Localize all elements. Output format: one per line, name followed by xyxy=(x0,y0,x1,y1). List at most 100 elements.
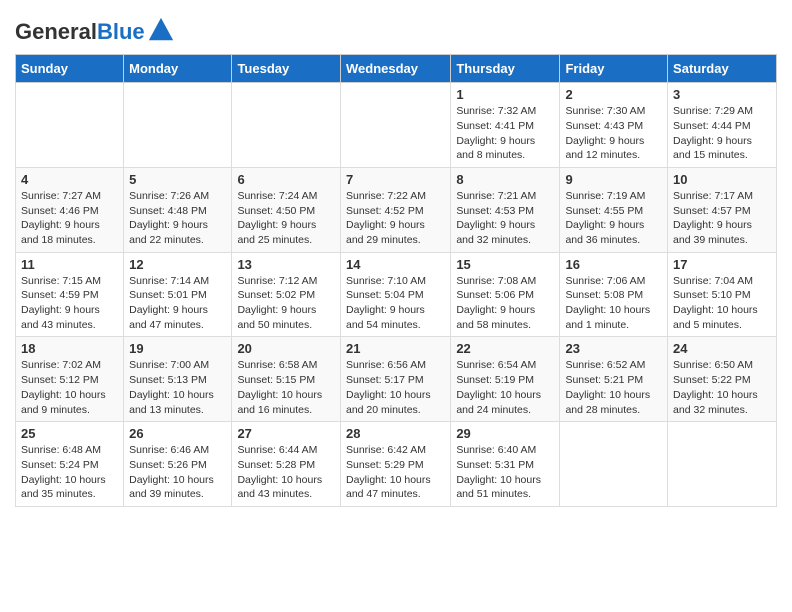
day-info: Sunrise: 7:29 AMSunset: 4:44 PMDaylight:… xyxy=(673,104,771,163)
day-info: Sunrise: 7:15 AMSunset: 4:59 PMDaylight:… xyxy=(21,274,118,333)
logo: GeneralBlue xyxy=(15,20,175,44)
day-number: 20 xyxy=(237,341,335,356)
calendar-week-1: 1 Sunrise: 7:32 AMSunset: 4:41 PMDaylight… xyxy=(16,83,777,168)
day-info: Sunrise: 6:44 AMSunset: 5:28 PMDaylight:… xyxy=(237,443,335,502)
calendar-cell: 17Sunrise: 7:04 AMSunset: 5:10 PMDayligh… xyxy=(668,252,777,337)
day-number: 15 xyxy=(456,257,554,272)
day-number: 18 xyxy=(21,341,118,356)
calendar-cell: 15 Sunrise: 7:08 AMSunset: 5:06 PMDayligh… xyxy=(451,252,560,337)
calendar-week-5: 25Sunrise: 6:48 AMSunset: 5:24 PMDayligh… xyxy=(16,422,777,507)
day-number: 2 xyxy=(565,87,662,102)
day-number: 29 xyxy=(456,426,554,441)
day-info: Sunrise: 7:14 AMSunset: 5:01 PMDaylight:… xyxy=(129,274,226,333)
calendar-cell: 25Sunrise: 6:48 AMSunset: 5:24 PMDayligh… xyxy=(16,422,124,507)
day-info: Sunrise: 7:26 AMSunset: 4:48 PMDaylight:… xyxy=(129,189,226,248)
calendar-cell: 2 Sunrise: 7:30 AMSunset: 4:43 PMDaylight… xyxy=(560,83,668,168)
logo-icon xyxy=(147,16,175,44)
day-number: 13 xyxy=(237,257,335,272)
day-number: 4 xyxy=(21,172,118,187)
calendar-cell: 6Sunrise: 7:24 AMSunset: 4:50 PMDaylight… xyxy=(232,167,341,252)
day-info: Sunrise: 6:42 AMSunset: 5:29 PMDaylight:… xyxy=(346,443,445,502)
calendar-cell xyxy=(560,422,668,507)
calendar-cell: 24 Sunrise: 6:50 AMSunset: 5:22 PMDayligh… xyxy=(668,337,777,422)
day-info: Sunrise: 6:54 AMSunset: 5:19 PMDaylight:… xyxy=(456,358,554,417)
calendar-cell xyxy=(232,83,341,168)
header-cell-sunday: Sunday xyxy=(16,55,124,83)
day-number: 26 xyxy=(129,426,226,441)
day-number: 8 xyxy=(456,172,554,187)
calendar-cell: 10Sunrise: 7:17 AMSunset: 4:57 PMDayligh… xyxy=(668,167,777,252)
calendar-cell: 4 Sunrise: 7:27 AMSunset: 4:46 PMDaylight… xyxy=(16,167,124,252)
day-number: 19 xyxy=(129,341,226,356)
calendar-cell: 5 Sunrise: 7:26 AMSunset: 4:48 PMDaylight… xyxy=(124,167,232,252)
calendar-cell xyxy=(668,422,777,507)
day-info: Sunrise: 7:32 AMSunset: 4:41 PMDaylight:… xyxy=(456,104,554,163)
header-cell-tuesday: Tuesday xyxy=(232,55,341,83)
day-number: 25 xyxy=(21,426,118,441)
calendar-cell: 23 Sunrise: 6:52 AMSunset: 5:21 PMDayligh… xyxy=(560,337,668,422)
calendar-week-2: 4 Sunrise: 7:27 AMSunset: 4:46 PMDaylight… xyxy=(16,167,777,252)
day-number: 1 xyxy=(456,87,554,102)
calendar-cell: 3 Sunrise: 7:29 AMSunset: 4:44 PMDaylight… xyxy=(668,83,777,168)
calendar-cell xyxy=(340,83,450,168)
day-info: Sunrise: 7:02 AMSunset: 5:12 PMDaylight:… xyxy=(21,358,118,417)
day-info: Sunrise: 6:46 AMSunset: 5:26 PMDaylight:… xyxy=(129,443,226,502)
day-info: Sunrise: 6:50 AMSunset: 5:22 PMDaylight:… xyxy=(673,358,771,417)
calendar-cell xyxy=(124,83,232,168)
day-info: Sunrise: 6:40 AMSunset: 5:31 PMDaylight:… xyxy=(456,443,554,502)
calendar-cell: 27 Sunrise: 6:44 AMSunset: 5:28 PMDayligh… xyxy=(232,422,341,507)
calendar-cell: 29 Sunrise: 6:40 AMSunset: 5:31 PMDayligh… xyxy=(451,422,560,507)
day-info: Sunrise: 7:24 AMSunset: 4:50 PMDaylight:… xyxy=(237,189,335,248)
day-info: Sunrise: 7:08 AMSunset: 5:06 PMDaylight:… xyxy=(456,274,554,333)
calendar-cell: 20 Sunrise: 6:58 AMSunset: 5:15 PMDayligh… xyxy=(232,337,341,422)
calendar-cell: 11Sunrise: 7:15 AMSunset: 4:59 PMDayligh… xyxy=(16,252,124,337)
day-info: Sunrise: 7:27 AMSunset: 4:46 PMDaylight:… xyxy=(21,189,118,248)
header-cell-friday: Friday xyxy=(560,55,668,83)
day-info: Sunrise: 7:19 AMSunset: 4:55 PMDaylight:… xyxy=(565,189,662,248)
calendar-cell: 13 Sunrise: 7:12 AMSunset: 5:02 PMDayligh… xyxy=(232,252,341,337)
day-info: Sunrise: 7:00 AMSunset: 5:13 PMDaylight:… xyxy=(129,358,226,417)
calendar-cell: 8 Sunrise: 7:21 AMSunset: 4:53 PMDaylight… xyxy=(451,167,560,252)
calendar-cell: 14Sunrise: 7:10 AMSunset: 5:04 PMDayligh… xyxy=(340,252,450,337)
calendar-header: SundayMondayTuesdayWednesdayThursdayFrid… xyxy=(16,55,777,83)
day-number: 23 xyxy=(565,341,662,356)
day-number: 28 xyxy=(346,426,445,441)
header-cell-saturday: Saturday xyxy=(668,55,777,83)
calendar-cell: 9 Sunrise: 7:19 AMSunset: 4:55 PMDaylight… xyxy=(560,167,668,252)
day-info: Sunrise: 7:04 AMSunset: 5:10 PMDaylight:… xyxy=(673,274,771,333)
day-number: 7 xyxy=(346,172,445,187)
day-number: 9 xyxy=(565,172,662,187)
calendar-cell: 19 Sunrise: 7:00 AMSunset: 5:13 PMDayligh… xyxy=(124,337,232,422)
header-cell-monday: Monday xyxy=(124,55,232,83)
day-number: 5 xyxy=(129,172,226,187)
calendar-table: SundayMondayTuesdayWednesdayThursdayFrid… xyxy=(15,54,777,507)
calendar-cell: 12Sunrise: 7:14 AMSunset: 5:01 PMDayligh… xyxy=(124,252,232,337)
calendar-cell: 22Sunrise: 6:54 AMSunset: 5:19 PMDayligh… xyxy=(451,337,560,422)
header-cell-thursday: Thursday xyxy=(451,55,560,83)
calendar-cell: 1 Sunrise: 7:32 AMSunset: 4:41 PMDaylight… xyxy=(451,83,560,168)
calendar-cell: 7 Sunrise: 7:22 AMSunset: 4:52 PMDaylight… xyxy=(340,167,450,252)
day-number: 10 xyxy=(673,172,771,187)
logo-text: GeneralBlue xyxy=(15,20,145,44)
calendar-cell: 26 Sunrise: 6:46 AMSunset: 5:26 PMDayligh… xyxy=(124,422,232,507)
calendar-cell: 28 Sunrise: 6:42 AMSunset: 5:29 PMDayligh… xyxy=(340,422,450,507)
day-info: Sunrise: 7:21 AMSunset: 4:53 PMDaylight:… xyxy=(456,189,554,248)
day-number: 21 xyxy=(346,341,445,356)
day-info: Sunrise: 7:30 AMSunset: 4:43 PMDaylight:… xyxy=(565,104,662,163)
day-info: Sunrise: 7:22 AMSunset: 4:52 PMDaylight:… xyxy=(346,189,445,248)
calendar-cell xyxy=(16,83,124,168)
calendar-cell: 21Sunrise: 6:56 AMSunset: 5:17 PMDayligh… xyxy=(340,337,450,422)
day-info: Sunrise: 6:58 AMSunset: 5:15 PMDaylight:… xyxy=(237,358,335,417)
day-info: Sunrise: 7:10 AMSunset: 5:04 PMDaylight:… xyxy=(346,274,445,333)
day-number: 24 xyxy=(673,341,771,356)
calendar-body: 1 Sunrise: 7:32 AMSunset: 4:41 PMDaylight… xyxy=(16,83,777,507)
day-info: Sunrise: 7:12 AMSunset: 5:02 PMDaylight:… xyxy=(237,274,335,333)
day-info: Sunrise: 6:52 AMSunset: 5:21 PMDaylight:… xyxy=(565,358,662,417)
calendar-cell: 18 Sunrise: 7:02 AMSunset: 5:12 PMDayligh… xyxy=(16,337,124,422)
day-number: 16 xyxy=(565,257,662,272)
calendar-week-4: 18 Sunrise: 7:02 AMSunset: 5:12 PMDayligh… xyxy=(16,337,777,422)
day-number: 3 xyxy=(673,87,771,102)
header-row: SundayMondayTuesdayWednesdayThursdayFrid… xyxy=(16,55,777,83)
day-info: Sunrise: 7:06 AMSunset: 5:08 PMDaylight:… xyxy=(565,274,662,333)
day-number: 27 xyxy=(237,426,335,441)
